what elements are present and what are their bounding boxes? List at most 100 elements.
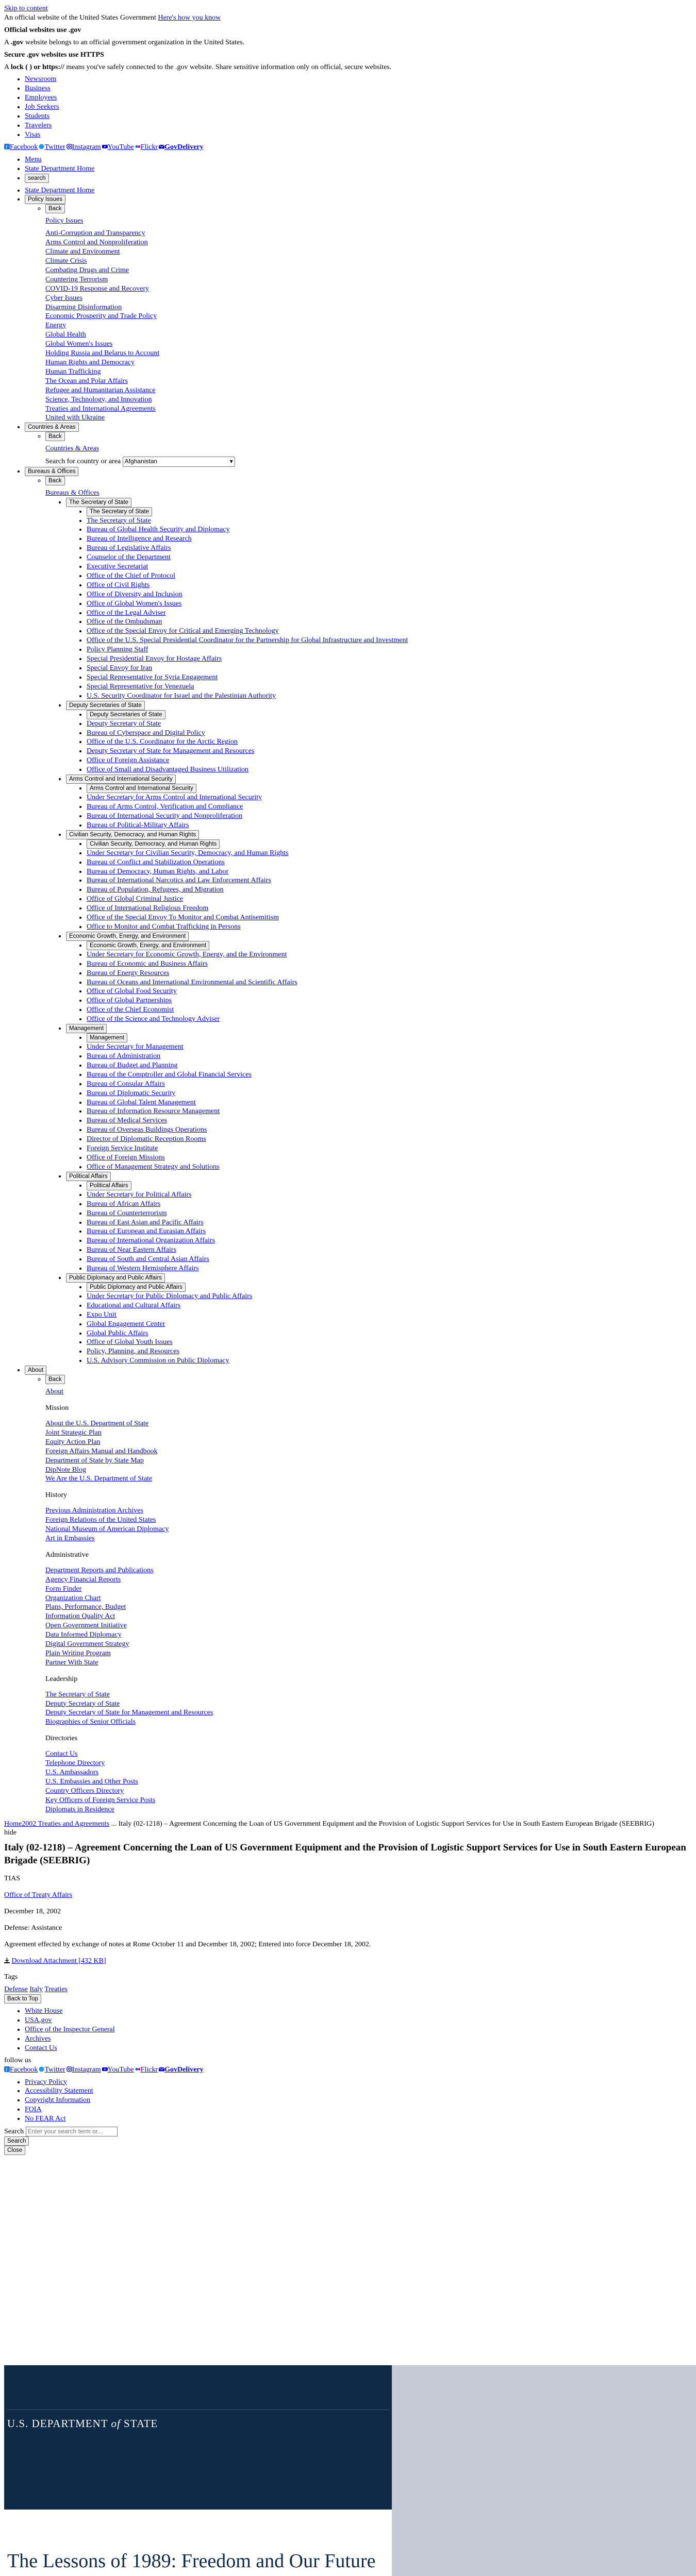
white-house-link[interactable]: White House <box>25 2007 62 2015</box>
about-item-link[interactable]: Joint Strategic Plan <box>45 1429 102 1437</box>
usa-gov-link[interactable]: USA.gov <box>25 2016 52 2024</box>
bureau-group-button[interactable]: Management <box>66 1024 107 1034</box>
about-button[interactable]: About <box>25 1366 47 1375</box>
no-fear-act-link[interactable]: No FEAR Act <box>25 2115 65 2123</box>
bureau-item-link[interactable]: The Secretary of State <box>87 517 151 525</box>
bureau-item-link[interactable]: Bureau of Energy Resources <box>87 969 169 977</box>
bureau-group-inner-button[interactable]: Political Affairs <box>87 1181 131 1190</box>
tag-treaties[interactable]: Treaties <box>44 1985 68 1993</box>
facebook-link[interactable]: f Facebook <box>4 143 38 151</box>
job-seekers-link[interactable]: Job Seekers <box>25 103 59 111</box>
about-item-link[interactable]: National Museum of American Diplomacy <box>45 1525 169 1533</box>
bureau-item-link[interactable]: Executive Secretariat <box>87 563 148 570</box>
bureau-item-link[interactable]: Bureau of Arms Control, Verification and… <box>87 803 243 811</box>
bureau-item-link[interactable]: Bureau of Administration <box>87 1052 160 1060</box>
bureau-item-link[interactable]: Office of the Special Envoy To Monitor a… <box>87 914 279 921</box>
about-item-link[interactable]: U.S. Embassies and Other Posts <box>45 1778 138 1786</box>
bureau-group-inner-button[interactable]: Economic Growth, Energy, and Environment <box>87 940 210 950</box>
about-item-link[interactable]: Agency Financial Reports <box>45 1576 121 1584</box>
bureau-item-link[interactable]: Under Secretary for Management <box>87 1043 184 1051</box>
about-item-link[interactable]: Organization Chart <box>45 1594 101 1602</box>
bureau-item-link[interactable]: Bureau of Overseas Buildings Operations <box>87 1126 207 1134</box>
menu-link[interactable]: Menu <box>25 156 42 163</box>
policy-item-link[interactable]: Human Rights and Democracy <box>45 358 696 367</box>
bureau-group-button[interactable]: Political Affairs <box>66 1171 111 1181</box>
bureau-item-link[interactable]: Deputy Secretary of State <box>87 720 161 728</box>
bureau-item-link[interactable]: Global Public Affairs <box>87 1329 148 1337</box>
back-button[interactable]: Back <box>45 432 65 442</box>
bureau-item-link[interactable]: Deputy Secretary of State for Management… <box>87 747 254 755</box>
travelers-link[interactable]: Travelers <box>25 122 52 129</box>
about-item-link[interactable]: Foreign Affairs Manual and Handbook <box>45 1447 157 1455</box>
about-item-link[interactable]: Biographies of Senior Officials <box>45 1718 136 1726</box>
govdelivery-link[interactable]: GovDelivery <box>159 143 204 151</box>
bureau-group-button[interactable]: Arms Control and International Security <box>66 775 176 784</box>
bureau-item-link[interactable]: Bureau of Information Resource Managemen… <box>87 1107 220 1115</box>
policy-item-link[interactable]: United with Ukraine <box>45 413 696 423</box>
privacy-policy-link[interactable]: Privacy Policy <box>25 2078 67 2086</box>
how-you-know-link[interactable]: Here's how you know <box>158 14 221 22</box>
back-button[interactable]: Back <box>45 1375 65 1385</box>
bureau-item-link[interactable]: Office of Small and Disadvantaged Busine… <box>87 766 248 773</box>
search-button[interactable]: search <box>25 173 49 183</box>
about-item-link[interactable]: Diplomats in Residence <box>45 1806 114 1813</box>
about-item-link[interactable]: Plain Writing Program <box>45 1649 111 1657</box>
bureau-item-link[interactable]: Office of Civil Rights <box>87 581 150 589</box>
bureau-item-link[interactable]: Bureau of Legislative Affairs <box>87 544 171 552</box>
bureau-item-link[interactable]: Office of the Special Envoy for Critical… <box>87 627 279 635</box>
bureau-item-link[interactable]: Bureau of Intelligence and Research <box>87 535 192 543</box>
about-item-link[interactable]: U.S. Ambassadors <box>45 1769 98 1776</box>
inspector-general-link[interactable]: Office of the Inspector General <box>25 2026 115 2033</box>
skip-to-content-link[interactable]: Skip to content <box>4 5 48 12</box>
bureau-item-link[interactable]: Office of Global Criminal Justice <box>87 895 183 903</box>
policy-item-link[interactable]: Global Women's Issues <box>45 340 696 349</box>
bureau-item-link[interactable]: Office of Diversity and Inclusion <box>87 591 183 598</box>
bureau-group-inner-button[interactable]: Public Diplomacy and Public Affairs <box>87 1282 186 1292</box>
bureau-item-link[interactable]: Bureau of Population, Refugees, and Migr… <box>87 886 224 894</box>
policy-item-link[interactable]: Climate Crisis <box>45 257 696 266</box>
bureau-item-link[interactable]: Bureau of Counterterrorism <box>87 1209 167 1217</box>
instagram-link[interactable]: Instagram <box>67 143 101 151</box>
back-to-top-button[interactable]: Back to Top <box>4 1994 41 2004</box>
about-item-link[interactable]: Department of State by State Map <box>45 1457 144 1464</box>
bureau-item-link[interactable]: Bureau of African Affairs <box>87 1200 160 1208</box>
bureau-item-link[interactable]: Office of the Science and Technology Adv… <box>87 1015 220 1023</box>
bureau-item-link[interactable]: Special Representative for Venezuela <box>87 683 194 691</box>
bureau-item-link[interactable]: Bureau of International Security and Non… <box>87 812 242 820</box>
bureau-item-link[interactable]: Bureau of Conflict and Stabilization Ope… <box>87 858 225 866</box>
archives-link[interactable]: Archives <box>25 2035 51 2043</box>
tag-defense[interactable]: Defense <box>4 1985 28 1993</box>
flickr-link[interactable]: Flickr <box>135 143 158 151</box>
breadcrumb-section-link[interactable]: 2002 Treaties and Agreements <box>22 1820 109 1828</box>
bureau-group-button[interactable]: Deputy Secretaries of State <box>66 700 145 710</box>
policy-item-link[interactable]: COVID-19 Response and Recovery <box>45 284 696 294</box>
about-item-link[interactable]: The Secretary of State <box>45 1691 110 1698</box>
twitter-link[interactable]: Twitter <box>39 2066 65 2074</box>
about-item-link[interactable]: Art in Embassies <box>45 1535 95 1542</box>
bureau-item-link[interactable]: Office of International Religious Freedo… <box>87 904 208 912</box>
bureau-item-link[interactable]: Office of the Chief of Protocol <box>87 572 175 580</box>
bureau-item-link[interactable]: Bureau of Oceans and International Envir… <box>87 979 297 986</box>
policy-item-link[interactable]: Treaties and International Agreements <box>45 405 696 414</box>
about-item-link[interactable]: We Are the U.S. Department of State <box>45 1475 152 1483</box>
bureau-item-link[interactable]: Bureau of International Narcotics and La… <box>87 877 271 884</box>
about-item-link[interactable]: Digital Government Strategy <box>45 1640 129 1648</box>
bureau-group-inner-button[interactable]: Management <box>87 1033 128 1043</box>
policy-item-link[interactable]: Climate and Environment <box>45 247 696 257</box>
bureau-item-link[interactable]: Counselor of the Department <box>87 553 171 561</box>
bureau-item-link[interactable]: Bureau of Consular Affairs <box>87 1080 165 1088</box>
hide-toggle[interactable]: hide <box>4 1828 696 1838</box>
bureau-item-link[interactable]: Bureau of Democracy, Human Rights, and L… <box>87 868 228 875</box>
bureau-group-button[interactable]: The Secretary of State <box>66 497 132 507</box>
bureau-item-link[interactable]: Office of Foreign Missions <box>87 1154 165 1161</box>
foia-link[interactable]: FOIA <box>25 2106 42 2113</box>
bureau-item-link[interactable]: Bureau of Global Health Security and Dip… <box>87 526 230 533</box>
bureau-item-link[interactable]: Office of Global Food Security <box>87 987 177 995</box>
bureau-item-link[interactable]: Global Engagement Center <box>87 1320 165 1328</box>
about-item-link[interactable]: DipNote Blog <box>45 1466 86 1474</box>
bureau-item-link[interactable]: Policy Planning Staff <box>87 646 148 653</box>
state-department-home-link[interactable]: State Department Home <box>25 165 94 173</box>
bureau-item-link[interactable]: Bureau of Western Hemisphere Affairs <box>87 1265 199 1272</box>
about-item-link[interactable]: Previous Administration Archives <box>45 1507 143 1514</box>
bureau-item-link[interactable]: Office of the U.S. Special Presidential … <box>87 636 408 644</box>
